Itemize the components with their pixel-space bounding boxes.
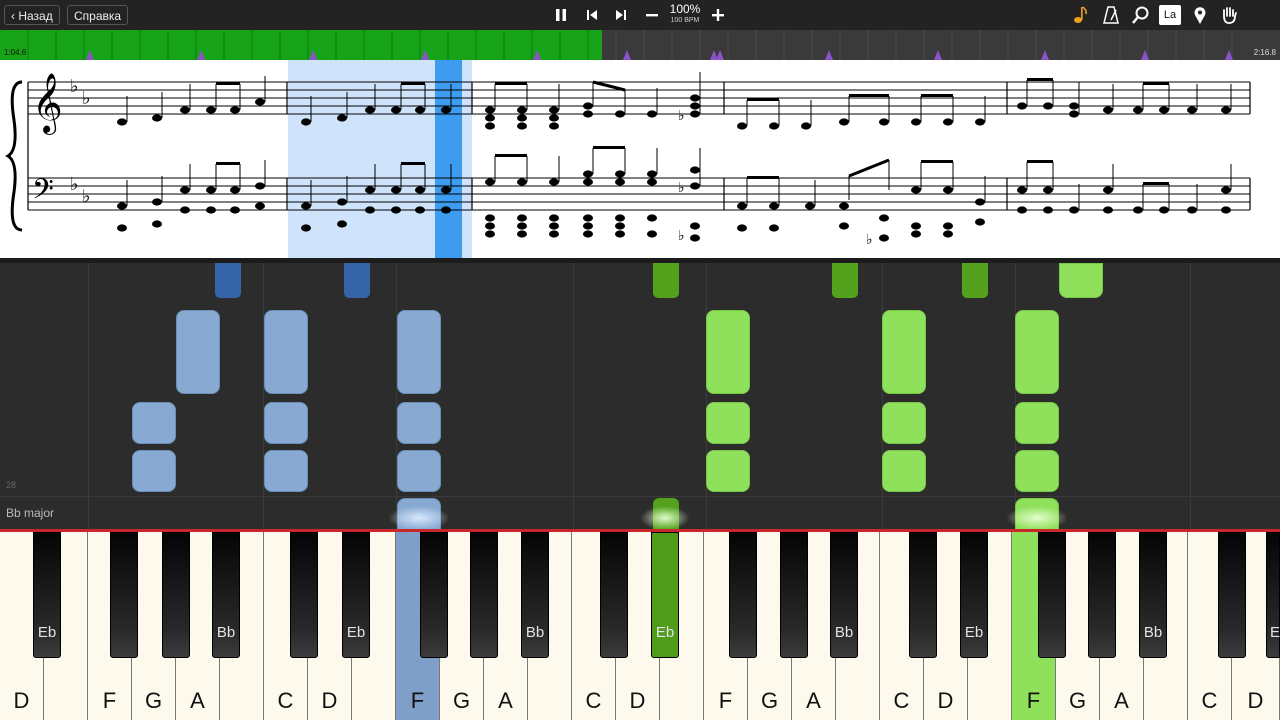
hit-glow: [640, 506, 690, 530]
top-toolbar: ‹ Назад Справка 100% 100 BPM La: [0, 0, 1280, 30]
black-key[interactable]: [420, 532, 448, 658]
note-block: [264, 310, 308, 394]
black-key-active[interactable]: Eb: [651, 532, 679, 658]
svg-text:♭: ♭: [678, 108, 685, 124]
key-signature-label: Bb major: [6, 506, 55, 520]
black-key[interactable]: [110, 532, 138, 658]
hand-icon[interactable]: [1218, 4, 1240, 26]
marker-icon[interactable]: [1189, 4, 1211, 26]
note-block: [1015, 450, 1059, 492]
piano-roll: [0, 263, 1280, 530]
note-block: [132, 450, 176, 492]
black-key[interactable]: [162, 532, 190, 658]
treble-notes: [117, 72, 1232, 130]
note-block: [176, 310, 220, 394]
treble-clef-icon: 𝄞: [32, 73, 63, 135]
black-key[interactable]: Bb: [212, 532, 240, 658]
svg-text:♭: ♭: [678, 228, 685, 244]
note-block: [832, 263, 858, 298]
total-time: 2:16.8: [1253, 48, 1276, 57]
hit-glow: [1006, 506, 1068, 530]
search-icon[interactable]: [1130, 4, 1152, 26]
note-block: [397, 450, 441, 492]
note-block: [882, 310, 926, 394]
black-key[interactable]: [600, 532, 628, 658]
tempo-bpm: 100 BPM: [670, 17, 700, 24]
svg-text:♭: ♭: [82, 88, 91, 109]
note-block: [132, 402, 176, 444]
svg-text:♭: ♭: [70, 174, 79, 195]
score-svg: 𝄞 𝄢 ♭♭ ♭♭ ♭♭♭ ♭: [5, 60, 1251, 258]
grand-staff-brace: [5, 80, 23, 232]
help-button[interactable]: Справка: [67, 5, 129, 25]
black-key[interactable]: Eb: [342, 532, 370, 658]
plus-icon: [712, 9, 724, 21]
note-block: [706, 402, 750, 444]
black-key[interactable]: [470, 532, 498, 658]
black-key[interactable]: Bb: [830, 532, 858, 658]
svg-text:♭: ♭: [678, 180, 685, 196]
timeline-markers: [27, 30, 1233, 60]
label-icon[interactable]: La: [1159, 5, 1181, 25]
black-key[interactable]: Bb: [1139, 532, 1167, 658]
bass-staff: [28, 177, 1250, 211]
sheet-music: 𝄞 𝄢 ♭ ♭ ♭ ♭ ♭ ♭ ♭ ♭: [0, 60, 1280, 258]
black-key[interactable]: Eb: [960, 532, 988, 658]
tempo-decrease-button[interactable]: [641, 4, 663, 26]
piano-keyboard: D F G A C D F G A C D F G A C D F G A C …: [0, 532, 1280, 720]
note-block: [653, 263, 679, 298]
black-key[interactable]: [909, 532, 937, 658]
note-icon[interactable]: [1070, 4, 1092, 26]
back-button[interactable]: ‹ Назад: [4, 5, 60, 25]
svg-text:♭: ♭: [866, 232, 873, 248]
bass-clef-icon: 𝄢: [32, 173, 54, 213]
note-block: [215, 263, 241, 298]
black-key[interactable]: [780, 532, 808, 658]
svg-text:♭: ♭: [70, 76, 79, 97]
note-block: [706, 310, 750, 394]
note-block: [1059, 263, 1103, 298]
black-key[interactable]: [1218, 532, 1246, 658]
tempo-increase-button[interactable]: [707, 4, 729, 26]
black-key[interactable]: E: [1266, 532, 1280, 658]
svg-text:♭: ♭: [82, 186, 91, 207]
measure-number: 28: [6, 480, 17, 490]
minus-icon: [646, 14, 658, 17]
note-block: [397, 402, 441, 444]
note-block: [706, 450, 750, 492]
metronome-icon[interactable]: [1100, 4, 1122, 26]
black-key[interactable]: [729, 532, 757, 658]
black-key[interactable]: Eb: [33, 532, 61, 658]
black-key[interactable]: [1088, 532, 1116, 658]
pause-icon[interactable]: [550, 4, 572, 26]
black-key[interactable]: [1038, 532, 1066, 658]
note-block: [882, 402, 926, 444]
hit-glow: [388, 506, 450, 530]
progress-timeline[interactable]: 1:04.6 2:16.8: [0, 30, 1280, 60]
note-block: [882, 450, 926, 492]
note-block: [1015, 310, 1059, 394]
elapsed-time: 1:04.6: [4, 48, 27, 57]
skip-back-icon[interactable]: [581, 4, 603, 26]
black-key[interactable]: [290, 532, 318, 658]
note-block: [264, 402, 308, 444]
note-block: [962, 263, 988, 298]
key-signature-line: [0, 496, 1280, 497]
tempo-percent: 100%: [669, 2, 701, 16]
skip-forward-icon[interactable]: [610, 4, 632, 26]
note-block: [344, 263, 370, 298]
note-block: [397, 310, 441, 394]
note-block: [264, 450, 308, 492]
black-key[interactable]: Bb: [521, 532, 549, 658]
tempo-display: 100% 100 BPM: [664, 3, 706, 25]
note-block: [1015, 402, 1059, 444]
